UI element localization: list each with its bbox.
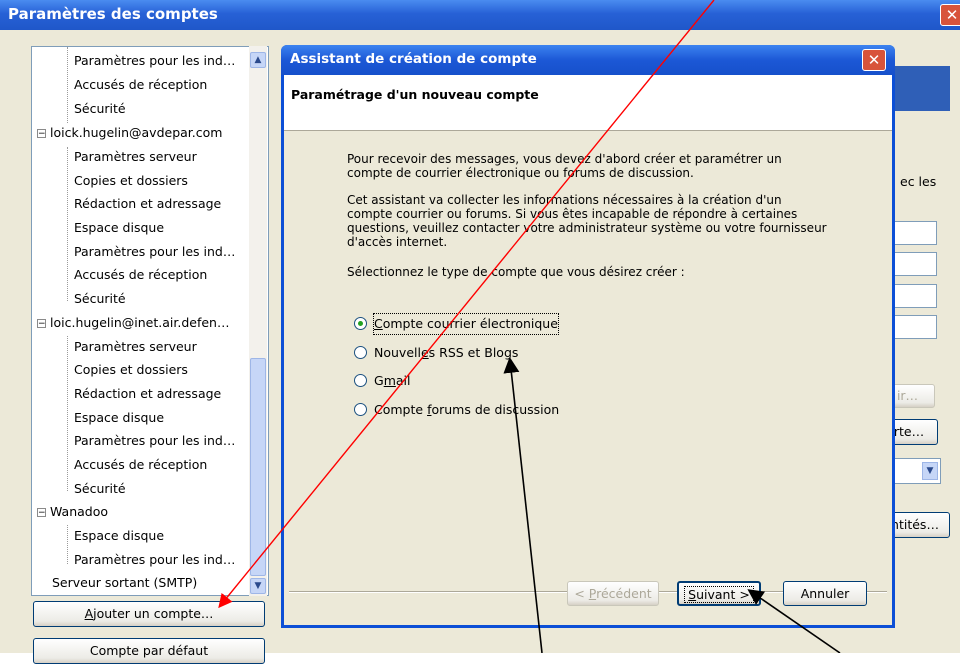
annotation-arrows (218, 0, 841, 653)
red-arrow (218, 0, 715, 609)
black-arrow-2 (747, 589, 841, 653)
black-arrow-1 (503, 356, 543, 653)
